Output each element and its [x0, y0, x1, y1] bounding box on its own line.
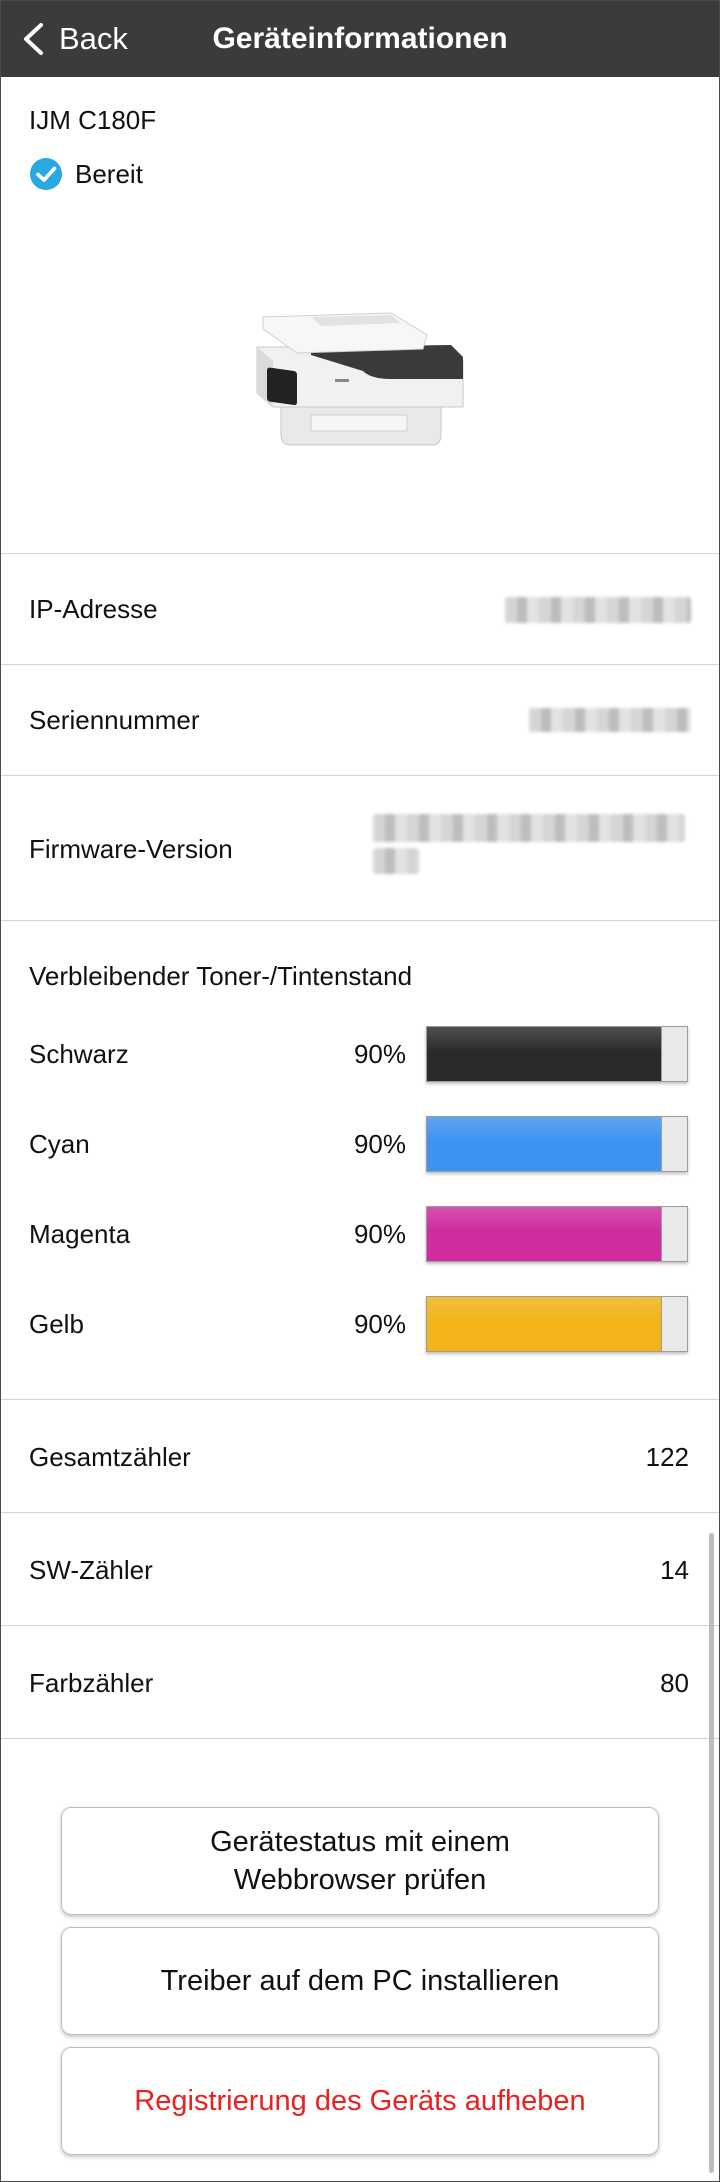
ink-level-bar — [426, 1026, 688, 1082]
ip-address-row: IP-Adresse — [1, 554, 719, 665]
unregister-device-label: Registrierung des Geräts aufheben — [134, 2085, 586, 2117]
device-info-screen: Back Geräteinformationen IJM C180F Berei… — [0, 0, 720, 2182]
bw-counter-value: 14 — [660, 1555, 689, 1585]
ip-address-label: IP-Adresse — [29, 594, 158, 624]
ink-level-percent: 90% — [353, 1039, 406, 1069]
ink-level-percent: 90% — [353, 1219, 406, 1249]
device-status: Bereit — [29, 157, 143, 191]
ink-level-name: Schwarz — [29, 1039, 129, 1069]
ink-level-percent: 90% — [353, 1309, 406, 1339]
install-driver-button[interactable]: Treiber auf dem PC installieren — [61, 1927, 659, 2035]
firmware-version-value-redacted-2 — [373, 848, 419, 874]
color-counter-row: Farbzähler 80 — [1, 1626, 719, 1739]
ink-level-percent: 90% — [353, 1129, 406, 1159]
install-driver-label: Treiber auf dem PC installieren — [160, 1965, 560, 1997]
firmware-version-label: Firmware-Version — [29, 834, 233, 864]
ink-level-name: Cyan — [29, 1129, 90, 1159]
ink-level-bar-fill — [427, 1207, 662, 1261]
ink-level-bar-fill — [427, 1297, 662, 1351]
ink-level-row-gelb: Gelb 90% — [1, 1293, 719, 1353]
printer-image — [256, 312, 464, 446]
bw-counter-row: SW-Zähler 14 — [1, 1513, 719, 1626]
color-counter-value: 80 — [660, 1668, 689, 1698]
check-status-webbrowser-line1: Gerätestatus mit einem — [210, 1826, 510, 1858]
color-counter-label: Farbzähler — [29, 1668, 154, 1698]
serial-number-label: Seriennummer — [29, 705, 200, 735]
status-text: Bereit — [75, 158, 143, 189]
serial-number-row: Seriennummer — [1, 665, 719, 776]
device-header: IJM C180F Bereit — [1, 77, 719, 554]
ink-level-row-schwarz: Schwarz 90% — [1, 1023, 719, 1083]
firmware-version-row: Firmware-Version — [1, 776, 719, 921]
ip-address-value-redacted — [505, 597, 691, 623]
ink-level-bar-fill — [427, 1117, 662, 1171]
ink-level-bar — [426, 1296, 688, 1352]
ink-level-name: Gelb — [29, 1309, 84, 1339]
ink-level-bar — [426, 1116, 688, 1172]
page-title: Geräteinformationen — [212, 22, 508, 55]
bw-counter-label: SW-Zähler — [29, 1555, 153, 1585]
ink-levels-section: Verbleibender Toner-/Tintenstand Schwarz… — [1, 921, 719, 1400]
serial-number-value-redacted — [529, 708, 691, 732]
total-counter-value: 122 — [645, 1442, 689, 1472]
check-status-webbrowser-line2: Webbrowser prüfen — [233, 1864, 487, 1896]
ink-level-bar-fill — [427, 1027, 662, 1081]
ink-levels-title: Verbleibender Toner-/Tintenstand — [29, 961, 413, 991]
scrollbar[interactable] — [709, 1533, 714, 2173]
ink-level-row-cyan: Cyan 90% — [1, 1113, 719, 1173]
firmware-version-value-redacted — [373, 814, 685, 842]
total-counter-label: Gesamtzähler — [29, 1442, 191, 1472]
total-counter-row: Gesamtzähler 122 — [1, 1400, 719, 1513]
navigation-bar: Back Geräteinformationen — [1, 1, 719, 77]
check-status-webbrowser-button[interactable]: Gerätestatus mit einem Webbrowser prüfen — [61, 1807, 659, 1915]
unregister-device-button[interactable]: Registrierung des Geräts aufheben — [61, 2047, 659, 2155]
ink-level-bar — [426, 1206, 688, 1262]
ink-level-name: Magenta — [29, 1219, 131, 1249]
check-circle-icon — [30, 158, 62, 190]
device-model: IJM C180F — [29, 105, 157, 135]
ink-level-row-magenta: Magenta 90% — [1, 1203, 719, 1263]
